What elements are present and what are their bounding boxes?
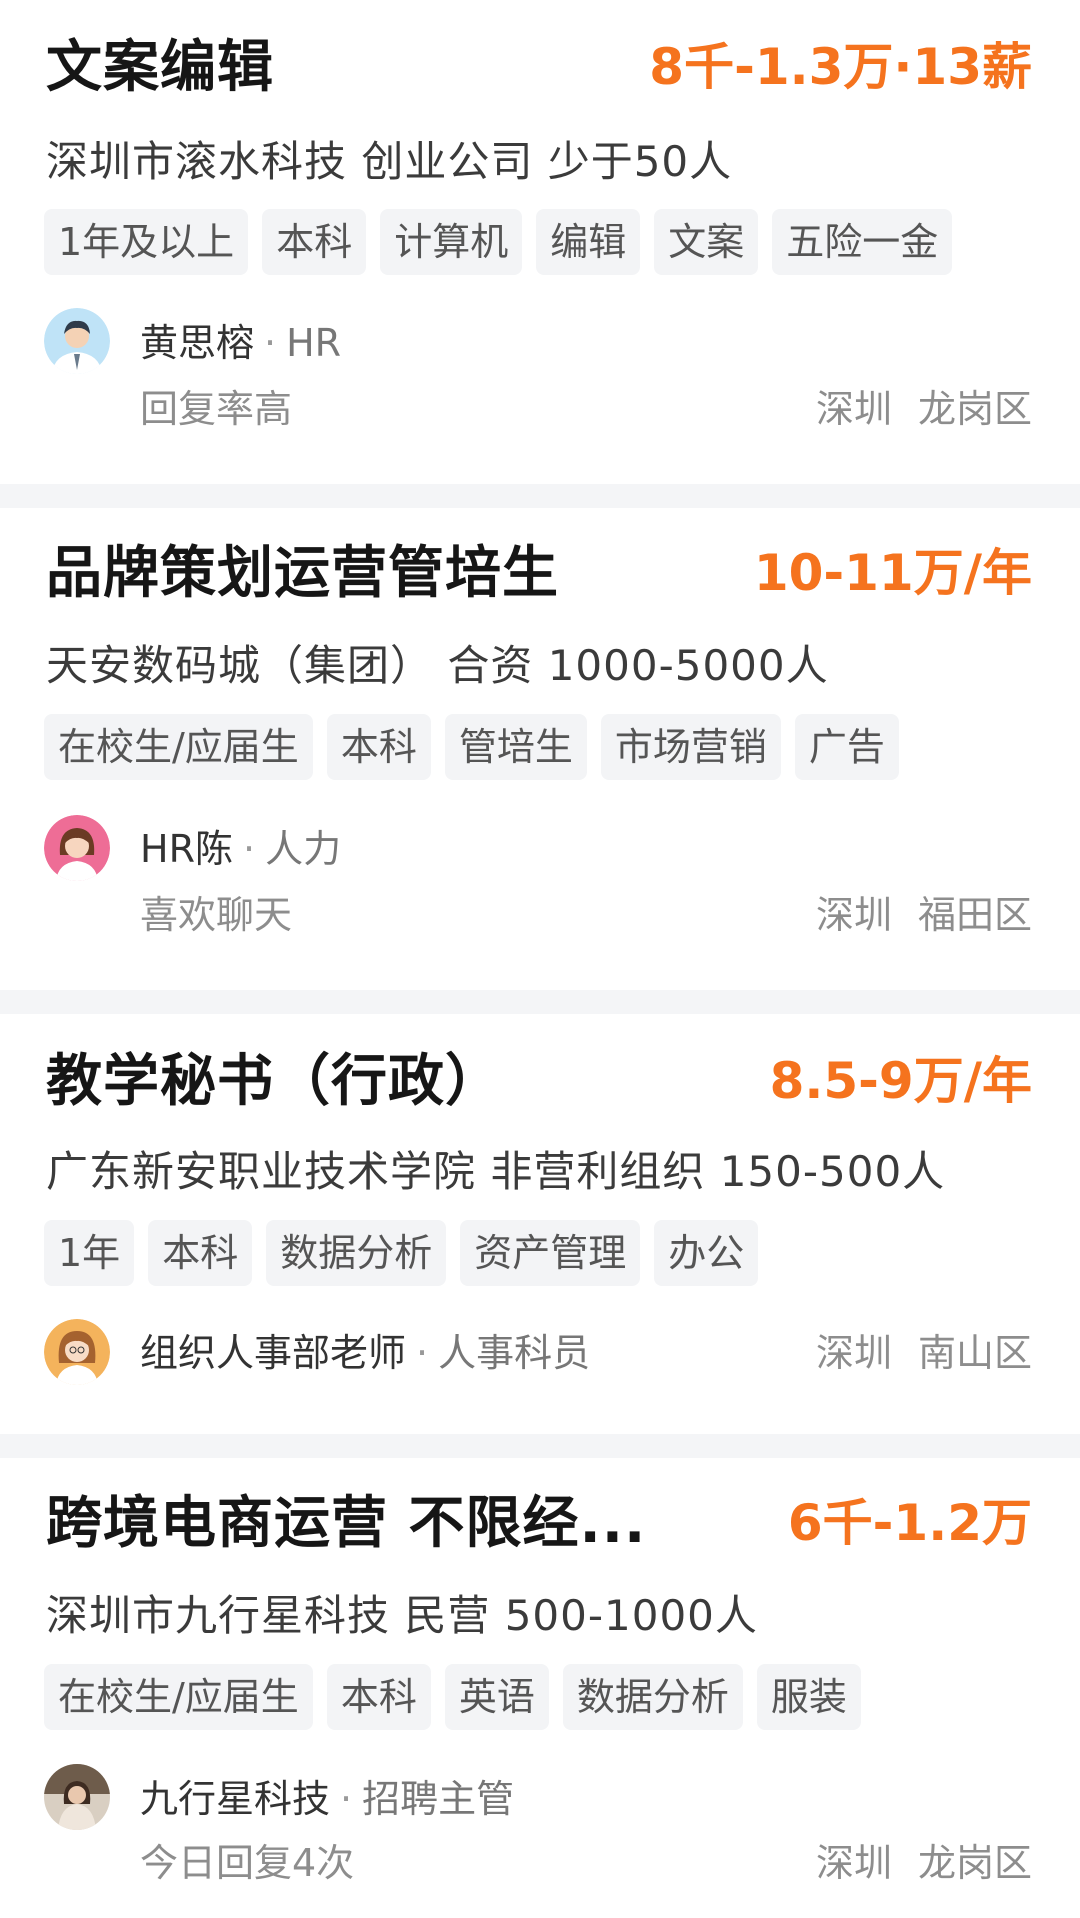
district: 福田区 <box>917 893 1032 937</box>
job-location: 深圳 福田区 <box>816 884 1032 939</box>
job-card[interactable]: 教学秘书（行政） 8.5-9万/年 广东新安职业技术学院 非营利组织 150-5… <box>0 1014 1080 1434</box>
card-divider <box>0 990 1080 1014</box>
tag: 计算机 <box>380 209 523 275</box>
female-hr-avatar-icon[interactable] <box>44 815 110 881</box>
tag: 编辑 <box>536 209 641 275</box>
tag-list: 在校生/应届生 本科 英语 数据分析 服装 <box>44 1664 861 1730</box>
job-card[interactable]: 跨境电商运营 不限经... 6千-1.2万 深圳市九行星科技 民营 500-10… <box>0 1458 1080 1918</box>
tag: 本科 <box>262 209 367 275</box>
hr-role: 招聘主管 <box>362 1777 515 1821</box>
company-info: 深圳市九行星科技 民营 500-1000人 <box>46 1591 758 1640</box>
salary: 8千-1.3万·13薪 <box>649 37 1032 96</box>
hr-role: 人事科员 <box>438 1331 591 1375</box>
tag-list: 1年 本科 数据分析 资产管理 办公 <box>44 1220 759 1286</box>
photo-avatar-icon[interactable] <box>44 1764 110 1830</box>
hr-note: 回复率高 <box>140 387 293 431</box>
company-info: 天安数码城（集团） 合资 1000-5000人 <box>46 641 829 690</box>
tag: 1年 <box>44 1220 135 1286</box>
hr-note: 今日回复4次 <box>140 1841 355 1885</box>
male-hr-avatar-icon[interactable] <box>44 308 110 374</box>
job-card[interactable]: 品牌策划运营管培生 10-11万/年 天安数码城（集团） 合资 1000-500… <box>0 508 1080 990</box>
company-info: 深圳市滚水科技 创业公司 少于50人 <box>46 137 733 186</box>
tag: 数据分析 <box>562 1664 743 1730</box>
tag: 管培生 <box>444 714 587 780</box>
tag: 1年及以上 <box>44 209 249 275</box>
job-title: 品牌策划运营管培生 <box>46 541 559 606</box>
job-location: 深圳 龙岗区 <box>816 1832 1032 1887</box>
district: 龙岗区 <box>917 1841 1032 1885</box>
card-divider <box>0 1434 1080 1458</box>
company-info: 广东新安职业技术学院 非营利组织 150-500人 <box>46 1147 946 1196</box>
tag: 英语 <box>444 1664 549 1730</box>
salary: 10-11万/年 <box>753 543 1032 602</box>
district: 龙岗区 <box>917 387 1032 431</box>
job-title: 教学秘书（行政） <box>46 1049 502 1114</box>
tag: 资产管理 <box>460 1220 641 1286</box>
city: 深圳 <box>815 1331 892 1375</box>
female-teacher-avatar-icon[interactable] <box>44 1319 110 1385</box>
tag: 本科 <box>326 1664 431 1730</box>
card-divider <box>0 484 1080 508</box>
tag: 本科 <box>148 1220 253 1286</box>
tag: 本科 <box>326 714 431 780</box>
tag: 广告 <box>794 714 899 780</box>
hr-name: HR陈 <box>140 827 233 871</box>
tag: 在校生/应届生 <box>44 1664 313 1730</box>
city: 深圳 <box>815 387 892 431</box>
job-title: 文案编辑 <box>46 35 274 100</box>
job-location: 深圳 南山区 <box>816 1322 1032 1377</box>
salary: 6千-1.2万 <box>787 1493 1032 1552</box>
tag: 办公 <box>654 1220 759 1286</box>
tag: 文案 <box>654 209 759 275</box>
job-location: 深圳 龙岗区 <box>816 378 1032 433</box>
tag-list: 在校生/应届生 本科 管培生 市场营销 广告 <box>44 714 899 780</box>
salary: 8.5-9万/年 <box>769 1051 1032 1110</box>
hr-info: 组织人事部老师 · 人事科员 <box>140 1331 591 1375</box>
hr-info: 黄思榕 · HR <box>140 321 342 365</box>
city: 深圳 <box>815 1841 892 1885</box>
hr-role: 人力 <box>265 827 342 871</box>
hr-name: 组织人事部老师 <box>140 1331 407 1375</box>
tag-list: 1年及以上 本科 计算机 编辑 文案 五险一金 <box>44 209 953 275</box>
tag: 五险一金 <box>772 209 953 275</box>
tag: 在校生/应届生 <box>44 714 313 780</box>
hr-role: HR <box>286 321 342 365</box>
district: 南山区 <box>917 1331 1032 1375</box>
tag: 数据分析 <box>266 1220 447 1286</box>
tag: 市场营销 <box>600 714 781 780</box>
hr-name: 九行星科技 <box>140 1777 331 1821</box>
job-card[interactable]: 文案编辑 8千-1.3万·13薪 深圳市滚水科技 创业公司 少于50人 1年及以… <box>0 0 1080 484</box>
hr-info: HR陈 · 人力 <box>140 827 342 871</box>
city: 深圳 <box>815 893 892 937</box>
job-title: 跨境电商运营 不限经... <box>46 1491 647 1556</box>
tag: 服装 <box>756 1664 861 1730</box>
hr-name: 黄思榕 <box>140 321 255 365</box>
hr-info: 九行星科技 · 招聘主管 <box>140 1777 515 1821</box>
hr-note: 喜欢聊天 <box>140 893 293 937</box>
